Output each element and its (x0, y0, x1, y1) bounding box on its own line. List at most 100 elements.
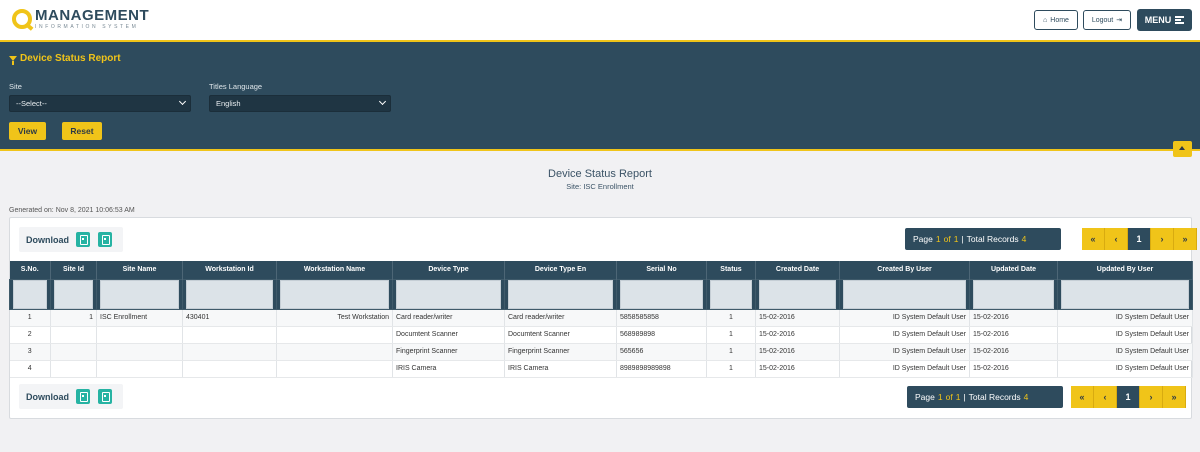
cell-sno: 4 (9, 360, 51, 378)
cell-device-type-en: Fingerprint Scanner (504, 343, 617, 361)
next-page-button[interactable]: › (1151, 228, 1174, 250)
cell-site-id (50, 326, 97, 344)
total-records-count: 4 (1023, 392, 1029, 402)
total-records-label: Total Records (968, 392, 1021, 402)
collapse-up-icon[interactable] (1173, 141, 1192, 157)
last-page-button[interactable]: » (1174, 228, 1197, 250)
menu-button[interactable]: MENU (1137, 9, 1192, 31)
first-page-button[interactable]: « (1071, 386, 1094, 408)
logout-label: Logout (1091, 16, 1114, 24)
filter-cell[interactable] (1057, 278, 1193, 310)
menu-label: MENU (1144, 15, 1172, 25)
filter-cell[interactable] (839, 278, 970, 310)
separator: | (961, 234, 964, 244)
col-created-date-header[interactable]: Created Date (755, 261, 840, 279)
logo-sub-text: INFORMATION SYSTEM (35, 24, 139, 30)
cell-updated-date: 15-02-2016 (969, 309, 1058, 327)
cell-created-by: ID System Default User (839, 326, 970, 344)
filter-cell[interactable] (504, 278, 617, 310)
page-1-button[interactable]: 1 (1117, 386, 1140, 408)
cell-site-id (50, 343, 97, 361)
last-page-button[interactable]: » (1163, 386, 1186, 408)
page-nav: « ‹ 1 › » (1082, 228, 1197, 250)
filter-cell[interactable] (392, 278, 505, 310)
cell-created-date: 15-02-2016 (755, 343, 840, 361)
view-button[interactable]: View (9, 122, 46, 140)
cell-site-name (96, 360, 183, 378)
home-label: Home (1050, 16, 1069, 24)
cell-created-date: 15-02-2016 (755, 309, 840, 327)
titles-language-value: English (216, 99, 241, 108)
pdf-file-icon[interactable] (76, 389, 90, 404)
total-records-label: Total Records (966, 234, 1019, 244)
of-word: of (943, 234, 951, 244)
filter-cell[interactable] (182, 278, 277, 310)
total-pages: 1 (953, 234, 959, 244)
table-row: 4 IRIS Camera IRIS Camera 8989898989898 … (9, 360, 1193, 378)
cell-updated-date: 15-02-2016 (969, 343, 1058, 361)
cell-workstation-name: Test Workstation (276, 309, 393, 327)
col-created-by-header[interactable]: Created By User (839, 261, 970, 279)
titles-language-select[interactable]: English (209, 95, 391, 112)
excel-file-icon[interactable] (98, 389, 112, 404)
cell-site-id: 1 (50, 309, 97, 327)
cell-workstation-id: 430401 (182, 309, 277, 327)
cell-workstation-name (276, 343, 393, 361)
pdf-file-icon[interactable] (76, 232, 90, 247)
logo-q-icon (12, 9, 32, 29)
col-site-id-header[interactable]: Site Id (50, 261, 97, 279)
col-updated-date-header[interactable]: Updated Date (969, 261, 1058, 279)
cell-workstation-id (182, 343, 277, 361)
col-updated-by-header[interactable]: Updated By User (1057, 261, 1193, 279)
cell-updated-by: ID System Default User (1057, 309, 1193, 327)
current-page-number: 1 (935, 234, 941, 244)
download-label: Download (26, 391, 69, 402)
cell-created-by: ID System Default User (839, 360, 970, 378)
prev-page-button[interactable]: ‹ (1105, 228, 1128, 250)
table-row: 2 Documtent Scanner Documtent Scanner 56… (9, 326, 1193, 344)
col-device-type-header[interactable]: Device Type (392, 261, 505, 279)
page-nav: « ‹ 1 › » (1071, 386, 1186, 408)
filter-cell[interactable] (706, 278, 756, 310)
page-info: Page 1 of 1 | Total Records 4 (907, 386, 1063, 408)
filter-cell[interactable] (96, 278, 183, 310)
excel-file-icon[interactable] (98, 232, 112, 247)
filter-cell[interactable] (276, 278, 393, 310)
col-status-header[interactable]: Status (706, 261, 756, 279)
table-row: 3 Fingerprint Scanner Fingerprint Scanne… (9, 343, 1193, 361)
logout-button[interactable]: Logout ⇥ (1083, 10, 1131, 30)
pagination-bottom: Page 1 of 1 | Total Records 4 « ‹ 1 › » (907, 386, 1186, 408)
cell-serial-no: 5858585858 (616, 309, 707, 327)
cell-device-type-en: Card reader/writer (504, 309, 617, 327)
col-device-type-en-header[interactable]: Device Type En (504, 261, 617, 279)
filter-cell[interactable] (616, 278, 707, 310)
first-page-button[interactable]: « (1082, 228, 1105, 250)
generated-on: Generated on: Nov 8, 2021 10:06:53 AM (9, 207, 135, 214)
separator: | (963, 392, 966, 402)
prev-page-button[interactable]: ‹ (1094, 386, 1117, 408)
col-workstation-name-header[interactable]: Workstation Name (276, 261, 393, 279)
cell-workstation-name (276, 360, 393, 378)
col-serial-no-header[interactable]: Serial No (616, 261, 707, 279)
col-sno-header[interactable]: S.No. (9, 261, 51, 279)
cell-workstation-id (182, 326, 277, 344)
total-records-count: 4 (1021, 234, 1027, 244)
chevron-down-icon (378, 97, 387, 106)
app-logo[interactable]: MANAGEMENT INFORMATION SYSTEM (12, 8, 149, 30)
col-site-name-header[interactable]: Site Name (96, 261, 183, 279)
col-workstation-id-header[interactable]: Workstation Id (182, 261, 277, 279)
reset-button[interactable]: Reset (62, 122, 102, 140)
filter-cell[interactable] (9, 278, 51, 310)
filter-cell[interactable] (755, 278, 840, 310)
cell-site-name: ISC Enrollment (96, 309, 183, 327)
total-pages: 1 (955, 392, 961, 402)
home-button[interactable]: ⌂ Home (1034, 10, 1078, 30)
filter-cell[interactable] (969, 278, 1058, 310)
filter-cell[interactable] (50, 278, 97, 310)
page-1-button[interactable]: 1 (1128, 228, 1151, 250)
next-page-button[interactable]: › (1140, 386, 1163, 408)
site-select[interactable]: --Select-- (9, 95, 191, 112)
top-bar: MANAGEMENT INFORMATION SYSTEM ⌂ Home Log… (0, 0, 1200, 40)
cell-device-type: Documtent Scanner (392, 326, 505, 344)
download-toolbar-top: Download (19, 227, 123, 252)
